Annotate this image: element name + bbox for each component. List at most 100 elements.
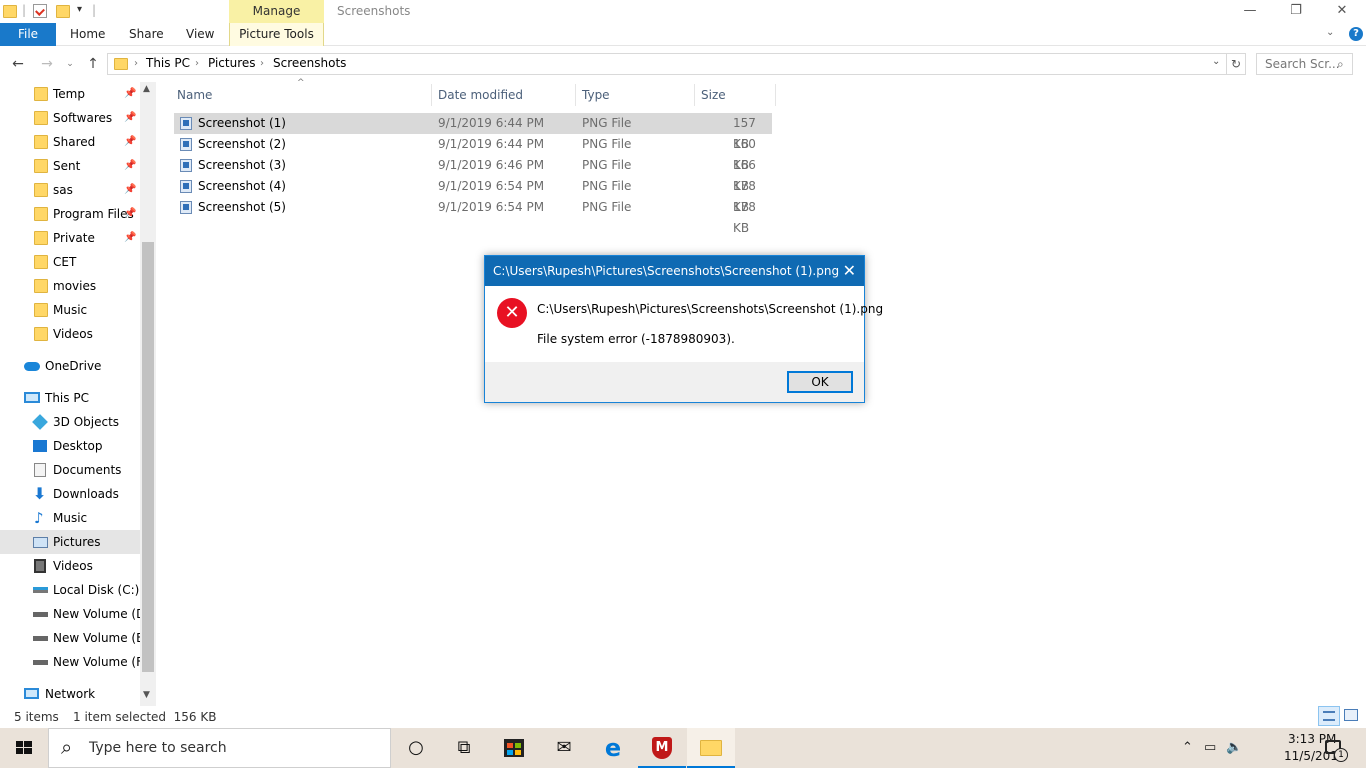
- pin-icon: 📌: [124, 112, 137, 123]
- file-type: PNG File: [582, 200, 632, 214]
- column-header-size[interactable]: Size: [696, 84, 776, 106]
- taskbar-search-box[interactable]: ⌕ Type here to search: [48, 728, 391, 768]
- customize-toolbar-icon[interactable]: ▾: [77, 4, 82, 15]
- nav-item-videos-folder[interactable]: Videos: [0, 322, 140, 346]
- nav-item-new-volume-e[interactable]: New Volume (E:): [0, 626, 140, 650]
- nav-item-program-files[interactable]: Program Files 📌: [0, 202, 140, 226]
- nav-item-new-volume-f[interactable]: New Volume (F:): [0, 650, 140, 674]
- file-row[interactable]: Screenshot (1) 9/1/2019 6:44 PM PNG File…: [174, 113, 772, 151]
- edge-icon[interactable]: e: [589, 728, 637, 768]
- new-folder-icon[interactable]: [56, 5, 70, 18]
- nav-item-sent[interactable]: Sent 📌: [0, 154, 140, 178]
- nav-item-shared[interactable]: Shared 📌: [0, 130, 140, 154]
- address-row: ← → ⌄ ↑ › This PC › Pictures › Screensho…: [0, 50, 1366, 78]
- file-size: 178 KB: [733, 200, 756, 235]
- file-date: 9/1/2019 6:44 PM: [438, 116, 545, 130]
- document-icon: [34, 463, 46, 477]
- column-header-type[interactable]: Type: [577, 84, 695, 106]
- manage-context-tab[interactable]: Manage: [229, 0, 324, 23]
- column-header-date-modified[interactable]: Date modified: [433, 84, 576, 106]
- separator: |: [22, 3, 27, 17]
- breadcrumb-this-pc[interactable]: This PC: [146, 56, 190, 70]
- nav-item-new-volume-d[interactable]: New Volume (D:): [0, 602, 140, 626]
- tab-share[interactable]: Share: [129, 23, 164, 46]
- cortana-icon[interactable]: ○: [392, 728, 440, 768]
- breadcrumb-separator[interactable]: ›: [260, 58, 264, 69]
- back-arrow-icon[interactable]: ←: [8, 54, 28, 74]
- expand-ribbon-icon[interactable]: ⌄: [1326, 27, 1334, 38]
- nav-item-temp[interactable]: Temp 📌: [0, 82, 140, 106]
- forward-arrow-icon[interactable]: →: [37, 54, 57, 74]
- folder-icon: [34, 231, 48, 245]
- nav-scrollbar-thumb[interactable]: [142, 242, 154, 672]
- file-name: Screenshot (2): [198, 137, 286, 151]
- details-view-icon[interactable]: [1318, 706, 1340, 726]
- start-button[interactable]: [0, 728, 48, 768]
- breadcrumb-pictures[interactable]: Pictures: [208, 56, 256, 70]
- tab-file[interactable]: File: [0, 23, 56, 46]
- recent-locations-icon[interactable]: ⌄: [60, 54, 80, 74]
- close-button[interactable]: ✕: [1319, 0, 1365, 23]
- nav-item-this-pc[interactable]: This PC: [0, 386, 140, 410]
- dialog-close-button[interactable]: ✕: [843, 256, 856, 286]
- nav-item-videos[interactable]: Videos: [0, 554, 140, 578]
- cloud-icon: [24, 362, 40, 371]
- refresh-icon[interactable]: ↻: [1226, 53, 1246, 75]
- nav-item-cet[interactable]: CET: [0, 250, 140, 274]
- nav-item-sas[interactable]: sas 📌: [0, 178, 140, 202]
- address-dropdown-icon[interactable]: ⌄: [1212, 56, 1220, 67]
- address-bar[interactable]: › This PC › Pictures › Screenshots ⌄: [107, 53, 1227, 75]
- search-input[interactable]: Search Scr... ⌕: [1256, 53, 1353, 75]
- file-row[interactable]: Screenshot (2) 9/1/2019 6:44 PM PNG File…: [174, 134, 772, 172]
- mcafee-icon[interactable]: M: [638, 728, 686, 768]
- drive-icon: [33, 636, 48, 641]
- nav-item-private[interactable]: Private 📌: [0, 226, 140, 250]
- file-row[interactable]: Screenshot (5) 9/1/2019 6:54 PM PNG File…: [174, 197, 772, 235]
- tab-picture-tools[interactable]: Picture Tools: [229, 23, 324, 46]
- folder-icon: [34, 183, 48, 197]
- up-arrow-icon[interactable]: ↑: [83, 54, 103, 74]
- nav-item-pictures[interactable]: Pictures: [0, 530, 140, 554]
- nav-item-documents[interactable]: Documents: [0, 458, 140, 482]
- restore-button[interactable]: ❐: [1273, 0, 1319, 23]
- breadcrumb-screenshots[interactable]: Screenshots: [273, 56, 346, 70]
- folder-icon: [34, 135, 48, 149]
- folder-icon: [114, 58, 128, 70]
- power-icon[interactable]: ▭: [1204, 728, 1216, 768]
- mail-icon[interactable]: ✉: [540, 728, 588, 768]
- nav-item-desktop[interactable]: Desktop: [0, 434, 140, 458]
- help-icon[interactable]: ?: [1349, 27, 1363, 41]
- cube-icon: [32, 414, 48, 430]
- png-file-icon: [180, 180, 192, 193]
- sort-ascending-icon: ^: [297, 78, 305, 88]
- nav-item-music-folder[interactable]: Music: [0, 298, 140, 322]
- nav-item-network[interactable]: Network: [0, 682, 140, 706]
- nav-item-music[interactable]: ♪ Music: [0, 506, 140, 530]
- tab-view[interactable]: View: [186, 23, 214, 46]
- folder-icon: [34, 255, 48, 269]
- nav-item-local-disk-c[interactable]: Local Disk (C:): [0, 578, 140, 602]
- volume-icon[interactable]: 🔈: [1226, 728, 1242, 768]
- scroll-down-icon[interactable]: ▼: [143, 690, 150, 700]
- properties-icon[interactable]: [33, 4, 47, 18]
- file-row[interactable]: Screenshot (3) 9/1/2019 6:46 PM PNG File…: [174, 155, 772, 193]
- show-hidden-icons-icon[interactable]: ⌃: [1182, 728, 1193, 768]
- nav-item-downloads[interactable]: ⬇ Downloads: [0, 482, 140, 506]
- task-view-icon[interactable]: ⧉: [440, 728, 488, 768]
- large-icons-view-icon[interactable]: [1344, 709, 1358, 721]
- breadcrumb-separator[interactable]: ›: [134, 58, 138, 69]
- file-explorer-taskbar-icon[interactable]: [687, 728, 735, 768]
- store-icon[interactable]: [490, 728, 538, 768]
- nav-item-onedrive[interactable]: OneDrive: [0, 354, 140, 378]
- nav-item-3d-objects[interactable]: 3D Objects: [0, 410, 140, 434]
- scroll-up-icon[interactable]: ▲: [143, 84, 150, 94]
- file-type: PNG File: [582, 116, 632, 130]
- minimize-button[interactable]: —: [1227, 0, 1273, 23]
- breadcrumb-separator[interactable]: ›: [195, 58, 199, 69]
- nav-item-softwares[interactable]: Softwares 📌: [0, 106, 140, 130]
- item-count: 5 items: [14, 710, 59, 724]
- file-row[interactable]: Screenshot (4) 9/1/2019 6:54 PM PNG File…: [174, 176, 772, 214]
- ok-button[interactable]: OK: [787, 371, 853, 393]
- nav-item-movies[interactable]: movies: [0, 274, 140, 298]
- tab-home[interactable]: Home: [70, 23, 105, 46]
